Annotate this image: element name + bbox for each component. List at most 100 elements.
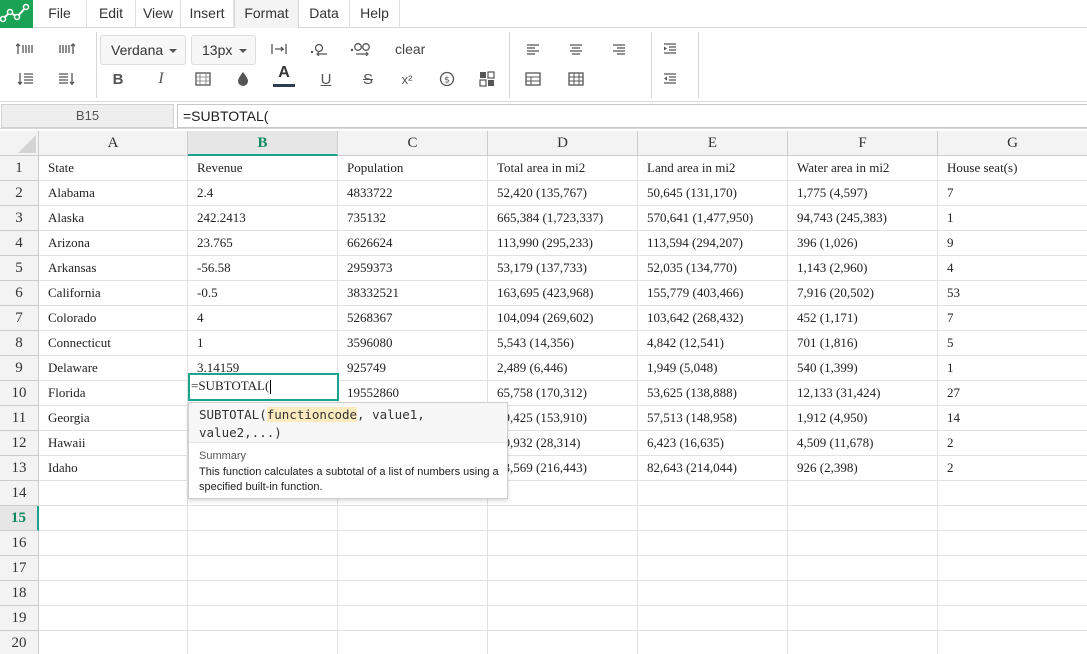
- cell-d8[interactable]: 5,543 (14,356): [488, 331, 638, 356]
- cell-b5[interactable]: -56.58: [188, 256, 338, 281]
- cell-b7[interactable]: 4: [188, 306, 338, 331]
- cell-f14[interactable]: [788, 481, 938, 506]
- cell-e14[interactable]: [638, 481, 788, 506]
- cell-e7[interactable]: 103,642 (268,432): [638, 306, 788, 331]
- cell-f17[interactable]: [788, 556, 938, 581]
- font-family-select[interactable]: Verdana: [100, 35, 186, 65]
- cell-f2[interactable]: 1,775 (4,597): [788, 181, 938, 206]
- row-header-4[interactable]: 4: [0, 231, 39, 256]
- menu-edit[interactable]: Edit: [87, 0, 136, 28]
- cell-g11[interactable]: 14: [938, 406, 1087, 431]
- cell-d6[interactable]: 163,695 (423,968): [488, 281, 638, 306]
- cell-e17[interactable]: [638, 556, 788, 581]
- cell-f11[interactable]: 1,912 (4,950): [788, 406, 938, 431]
- table-grid-icon[interactable]: [563, 67, 589, 91]
- cell-f1[interactable]: Water area in mi2: [788, 156, 938, 181]
- cell-f16[interactable]: [788, 531, 938, 556]
- cell-a5[interactable]: Arkansas: [39, 256, 188, 281]
- cell-e6[interactable]: 155,779 (403,466): [638, 281, 788, 306]
- cell-d9[interactable]: 2,489 (6,446): [488, 356, 638, 381]
- column-header-b[interactable]: B: [188, 131, 338, 156]
- cell-a2[interactable]: Alabama: [39, 181, 188, 206]
- column-header-d[interactable]: D: [488, 131, 638, 156]
- cell-a19[interactable]: [39, 606, 188, 631]
- cell-e15[interactable]: [638, 506, 788, 531]
- cell-b6[interactable]: -0.5: [188, 281, 338, 306]
- cell-d14[interactable]: [488, 481, 638, 506]
- cell-a20[interactable]: [39, 631, 188, 654]
- cell-a8[interactable]: Connecticut: [39, 331, 188, 356]
- cell-a11[interactable]: Georgia: [39, 406, 188, 431]
- strikethrough-button[interactable]: S: [355, 67, 381, 91]
- row-header-19[interactable]: 19: [0, 606, 39, 631]
- cell-g2[interactable]: 7: [938, 181, 1087, 206]
- cell-e9[interactable]: 1,949 (5,048): [638, 356, 788, 381]
- cell-c19[interactable]: [338, 606, 488, 631]
- cell-c17[interactable]: [338, 556, 488, 581]
- menu-file[interactable]: File: [33, 0, 87, 28]
- cell-b17[interactable]: [188, 556, 338, 581]
- cell-d5[interactable]: 53,179 (137,733): [488, 256, 638, 281]
- cell-a10[interactable]: Florida: [39, 381, 188, 406]
- cell-g16[interactable]: [938, 531, 1087, 556]
- active-cell-editor[interactable]: =SUBTOTAL(: [188, 373, 339, 401]
- row-header-6[interactable]: 6: [0, 281, 39, 306]
- cell-a15[interactable]: [39, 506, 188, 531]
- row-header-20[interactable]: 20: [0, 631, 39, 654]
- cell-c18[interactable]: [338, 581, 488, 606]
- cell-f10[interactable]: 12,133 (31,424): [788, 381, 938, 406]
- row-header-5[interactable]: 5: [0, 256, 39, 281]
- cell-d12[interactable]: 10,932 (28,314): [488, 431, 638, 456]
- cell-g3[interactable]: 1: [938, 206, 1087, 231]
- row-header-13[interactable]: 13: [0, 456, 39, 481]
- cell-d10[interactable]: 65,758 (170,312): [488, 381, 638, 406]
- cell-e18[interactable]: [638, 581, 788, 606]
- indent-decrease-icon[interactable]: [657, 67, 683, 91]
- cell-f9[interactable]: 540 (1,399): [788, 356, 938, 381]
- conditional-format-icon[interactable]: [474, 67, 500, 91]
- cell-a6[interactable]: California: [39, 281, 188, 306]
- cell-d11[interactable]: 59,425 (153,910): [488, 406, 638, 431]
- decrease-decimal-icon[interactable]: [306, 37, 332, 61]
- cell-c16[interactable]: [338, 531, 488, 556]
- cell-d4[interactable]: 113,990 (295,233): [488, 231, 638, 256]
- row-header-3[interactable]: 3: [0, 206, 39, 231]
- cell-e2[interactable]: 50,645 (131,170): [638, 181, 788, 206]
- cell-e5[interactable]: 52,035 (134,770): [638, 256, 788, 281]
- row-header-9[interactable]: 9: [0, 356, 39, 381]
- underline-button[interactable]: U: [313, 67, 339, 91]
- cell-g15[interactable]: [938, 506, 1087, 531]
- clear-format-button[interactable]: clear: [395, 41, 425, 57]
- cell-g19[interactable]: [938, 606, 1087, 631]
- cell-f6[interactable]: 7,916 (20,502): [788, 281, 938, 306]
- fill-color-icon[interactable]: [230, 67, 256, 91]
- font-size-select[interactable]: 13px: [191, 35, 256, 65]
- cell-b8[interactable]: 1: [188, 331, 338, 356]
- formula-input[interactable]: =SUBTOTAL(: [177, 104, 1087, 128]
- cell-f3[interactable]: 94,743 (245,383): [788, 206, 938, 231]
- cell-a3[interactable]: Alaska: [39, 206, 188, 231]
- cell-f7[interactable]: 452 (1,171): [788, 306, 938, 331]
- cell-e10[interactable]: 53,625 (138,888): [638, 381, 788, 406]
- superscript-button[interactable]: x²: [394, 67, 420, 91]
- cell-g5[interactable]: 4: [938, 256, 1087, 281]
- cell-e11[interactable]: 57,513 (148,958): [638, 406, 788, 431]
- currency-format-icon[interactable]: $: [434, 67, 460, 91]
- cell-d7[interactable]: 104,094 (269,602): [488, 306, 638, 331]
- increase-decimal-icon[interactable]: [348, 37, 374, 61]
- cell-c3[interactable]: 735132: [338, 206, 488, 231]
- menu-help[interactable]: Help: [350, 0, 400, 28]
- menu-view[interactable]: View: [136, 0, 181, 28]
- cell-g1[interactable]: House seat(s): [938, 156, 1087, 181]
- row-header-11[interactable]: 11: [0, 406, 39, 431]
- cell-e1[interactable]: Land area in mi2: [638, 156, 788, 181]
- merge-cells-icon[interactable]: [520, 67, 546, 91]
- column-header-e[interactable]: E: [638, 131, 788, 156]
- menu-format[interactable]: Format: [234, 0, 299, 29]
- cell-g13[interactable]: 2: [938, 456, 1087, 481]
- cell-e12[interactable]: 6,423 (16,635): [638, 431, 788, 456]
- cell-c4[interactable]: 6626624: [338, 231, 488, 256]
- cell-g8[interactable]: 5: [938, 331, 1087, 356]
- menu-insert[interactable]: Insert: [181, 0, 234, 28]
- cell-d15[interactable]: [488, 506, 638, 531]
